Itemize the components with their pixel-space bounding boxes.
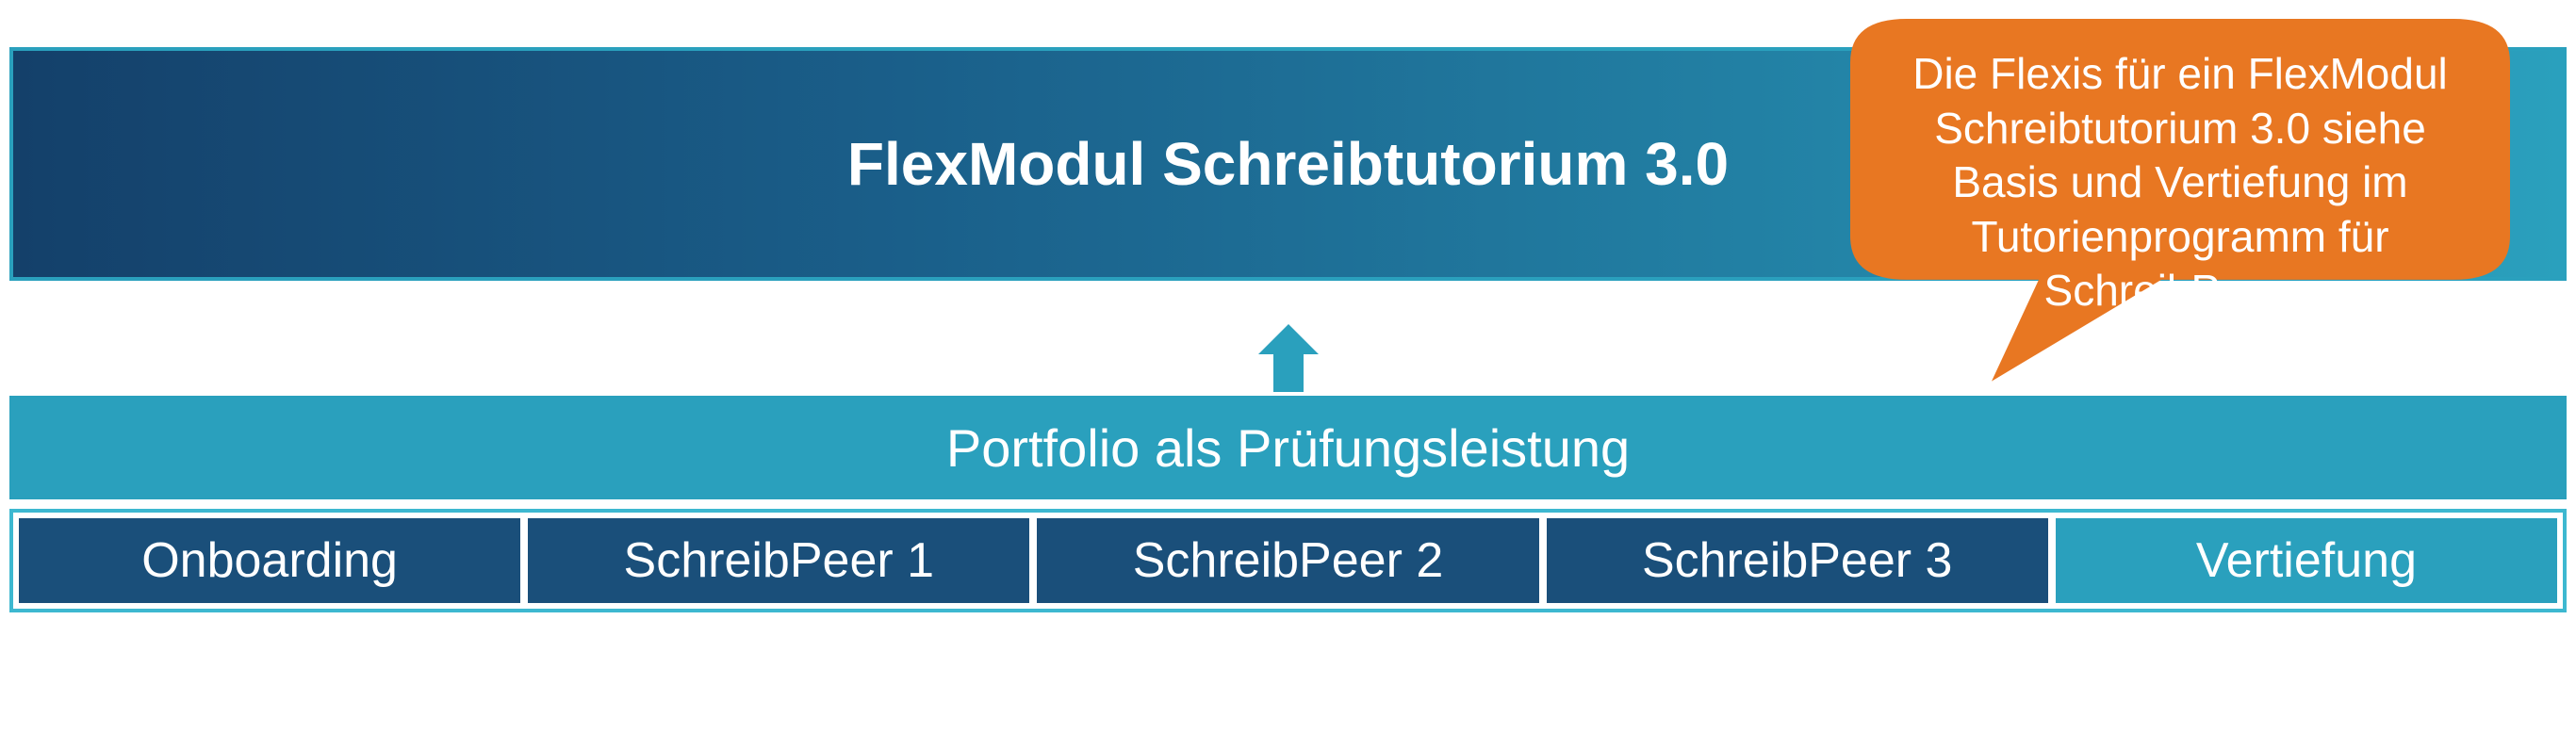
portfolio-label: Portfolio als Prüfungsleistung: [946, 417, 1630, 479]
callout-text: Die Flexis für ein FlexModul Schreibtuto…: [1888, 47, 2472, 318]
module-title: FlexModul Schreibtutorium 3.0: [847, 129, 1729, 199]
info-callout: Die Flexis für ein FlexModul Schreibtuto…: [1850, 19, 2510, 396]
stage-schreibpeer-1: SchreibPeer 1: [528, 518, 1029, 603]
stage-label: SchreibPeer 2: [1133, 532, 1444, 589]
stage-label: Onboarding: [141, 532, 398, 589]
stage-vertiefung: Vertiefung: [2056, 518, 2557, 603]
stage-label: SchreibPeer 3: [1642, 532, 1953, 589]
stage-label: Vertiefung: [2196, 532, 2417, 589]
stage-schreibpeer-2: SchreibPeer 2: [1037, 518, 1538, 603]
stage-label: SchreibPeer 1: [624, 532, 935, 589]
stage-row: Onboarding SchreibPeer 1 SchreibPeer 2 Schr…: [9, 509, 2567, 612]
portfolio-bar: Portfolio als Prüfungsleistung: [9, 396, 2567, 499]
stage-schreibpeer-3: SchreibPeer 3: [1547, 518, 2048, 603]
arrow-up-icon: [1251, 320, 1326, 396]
stage-onboarding: Onboarding: [19, 518, 520, 603]
